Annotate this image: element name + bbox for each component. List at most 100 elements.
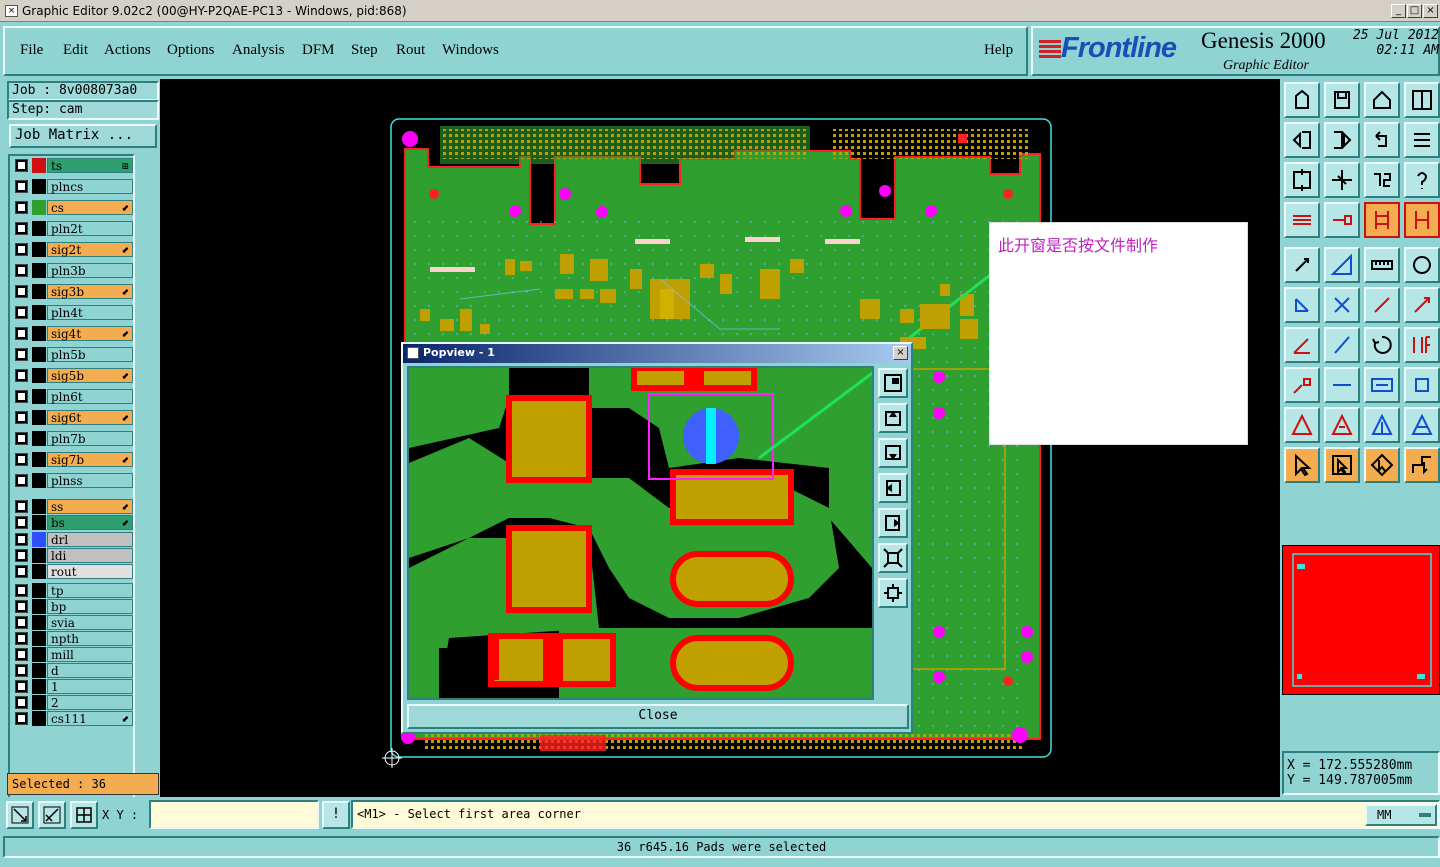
layer-color-swatch[interactable] xyxy=(32,599,46,614)
minimize-button[interactable]: _ xyxy=(1391,4,1406,18)
layer-checkbox[interactable] xyxy=(15,533,28,546)
layer-checkbox[interactable] xyxy=(15,696,28,709)
layer-color-swatch[interactable] xyxy=(32,347,46,362)
layer-name[interactable]: drl xyxy=(47,532,133,547)
layer-checkbox[interactable] xyxy=(15,680,28,693)
layer-row-2[interactable]: 2 xyxy=(13,695,133,710)
layer-checkbox[interactable] xyxy=(15,516,28,529)
popview-zoom-window-button[interactable] xyxy=(878,368,908,398)
layer-checkbox[interactable] xyxy=(15,390,28,403)
layer-color-swatch[interactable] xyxy=(32,200,46,215)
window-button[interactable] xyxy=(1404,82,1440,118)
layer-name[interactable]: bs ⬋ xyxy=(47,515,133,530)
layer-checkbox[interactable] xyxy=(15,180,28,193)
layer-checkbox[interactable] xyxy=(15,348,28,361)
layers-button[interactable] xyxy=(1284,202,1320,238)
layer-name[interactable]: d xyxy=(47,663,133,678)
redo-button[interactable] xyxy=(1404,122,1440,158)
layer-color-swatch[interactable] xyxy=(32,473,46,488)
layer-color-swatch[interactable] xyxy=(32,548,46,563)
pan-right-button[interactable] xyxy=(1324,122,1360,158)
layer-color-swatch[interactable] xyxy=(32,242,46,257)
triangle-button[interactable] xyxy=(1284,407,1320,443)
node-link-button[interactable] xyxy=(1284,287,1320,323)
layer-name[interactable]: sig3b ⬋ xyxy=(47,284,133,299)
filter-button[interactable] xyxy=(1364,202,1400,238)
layer-name[interactable]: sig2t ⬋ xyxy=(47,242,133,257)
layer-color-swatch[interactable] xyxy=(32,515,46,530)
layer-row-npth[interactable]: npth xyxy=(13,631,133,646)
filter-alt-button[interactable] xyxy=(1404,202,1440,238)
layer-checkbox[interactable] xyxy=(15,565,28,578)
angle-button[interactable] xyxy=(1284,327,1320,363)
layer-color-swatch[interactable] xyxy=(32,711,46,726)
popview-zoom-out-button[interactable] xyxy=(878,543,908,573)
layer-affected-icon[interactable]: ⬋ xyxy=(121,370,129,384)
layer-row-ts[interactable]: ts ⊞ xyxy=(13,158,133,173)
layer-row-drl[interactable]: drl xyxy=(13,532,133,547)
snap-button[interactable] xyxy=(6,801,34,829)
layer-color-swatch[interactable] xyxy=(32,221,46,236)
layer-color-swatch[interactable] xyxy=(32,679,46,694)
layer-checkbox[interactable] xyxy=(15,712,28,725)
layer-row-pln6t[interactable]: pln6t xyxy=(13,389,133,404)
width-button[interactable] xyxy=(1364,367,1400,403)
layer-checkbox[interactable] xyxy=(15,285,28,298)
layer-row-bs[interactable]: bs ⬋ xyxy=(13,515,133,530)
layer-affected-icon[interactable]: ⬋ xyxy=(121,713,129,727)
layer-affected-icon[interactable]: ⬋ xyxy=(121,244,129,258)
layer-name[interactable]: cs ⬋ xyxy=(47,200,133,215)
execute-button[interactable]: ! xyxy=(322,801,350,829)
layer-affected-icon[interactable]: ⊞ xyxy=(121,160,129,174)
layer-row-sig3b[interactable]: sig3b ⬋ xyxy=(13,284,133,299)
layer-color-swatch[interactable] xyxy=(32,695,46,710)
line-endpoints-button[interactable] xyxy=(1364,287,1400,323)
layer-row-tp[interactable]: tp xyxy=(13,583,133,598)
layer-checkbox[interactable] xyxy=(15,453,28,466)
add-pad-button[interactable] xyxy=(1284,247,1320,283)
layer-row-sig2t[interactable]: sig2t ⬋ xyxy=(13,242,133,257)
layer-name[interactable]: pln7b xyxy=(47,431,133,446)
layer-name[interactable]: pln5b xyxy=(47,347,133,362)
menu-file[interactable]: File xyxy=(20,42,43,59)
layer-color-swatch[interactable] xyxy=(32,452,46,467)
layer-name[interactable]: ldi xyxy=(47,548,133,563)
triangle-both-button[interactable] xyxy=(1404,407,1440,443)
popview-pan-right-button[interactable] xyxy=(878,508,908,538)
layer-color-swatch[interactable] xyxy=(32,532,46,547)
layer-checkbox[interactable] xyxy=(15,632,28,645)
layer-color-swatch[interactable] xyxy=(32,389,46,404)
layer-name[interactable]: pln4t xyxy=(47,305,133,320)
line-endpoint-alt-button[interactable] xyxy=(1404,287,1440,323)
connect-button[interactable] xyxy=(1404,367,1440,403)
layer-row-ldi[interactable]: ldi xyxy=(13,548,133,563)
layer-color-swatch[interactable] xyxy=(32,615,46,630)
popview-close-button[interactable]: Close xyxy=(407,704,909,729)
layer-name[interactable]: sig5b ⬋ xyxy=(47,368,133,383)
pointer-route-button[interactable] xyxy=(1404,447,1440,483)
layer-row-1[interactable]: 1 xyxy=(13,679,133,694)
layer-checkbox[interactable] xyxy=(15,243,28,256)
layer-color-swatch[interactable] xyxy=(32,499,46,514)
menu-analysis[interactable]: Analysis xyxy=(232,42,285,59)
layer-color-swatch[interactable] xyxy=(32,305,46,320)
help-button[interactable] xyxy=(1404,162,1440,198)
layer-row-ss[interactable]: ss ⬋ xyxy=(13,499,133,514)
layer-checkbox[interactable] xyxy=(15,474,28,487)
layer-name[interactable]: plnss xyxy=(47,473,133,488)
open-job-button[interactable] xyxy=(1284,82,1320,118)
layer-checkbox[interactable] xyxy=(15,159,28,172)
pointer-diamond-button[interactable] xyxy=(1364,447,1400,483)
job-matrix-button[interactable]: Job Matrix ... xyxy=(9,124,157,148)
save-button[interactable] xyxy=(1324,82,1360,118)
layer-checkbox[interactable] xyxy=(15,411,28,424)
probe-button[interactable] xyxy=(1324,202,1360,238)
layer-color-swatch[interactable] xyxy=(32,583,46,598)
layer-checkbox[interactable] xyxy=(15,264,28,277)
layer-checkbox[interactable] xyxy=(15,369,28,382)
maximize-button[interactable]: □ xyxy=(1407,4,1422,18)
layer-affected-icon[interactable]: ⬋ xyxy=(121,202,129,216)
layer-row-sig7b[interactable]: sig7b ⬋ xyxy=(13,452,133,467)
triangle-alt-button[interactable] xyxy=(1364,407,1400,443)
layer-checkbox[interactable] xyxy=(15,549,28,562)
